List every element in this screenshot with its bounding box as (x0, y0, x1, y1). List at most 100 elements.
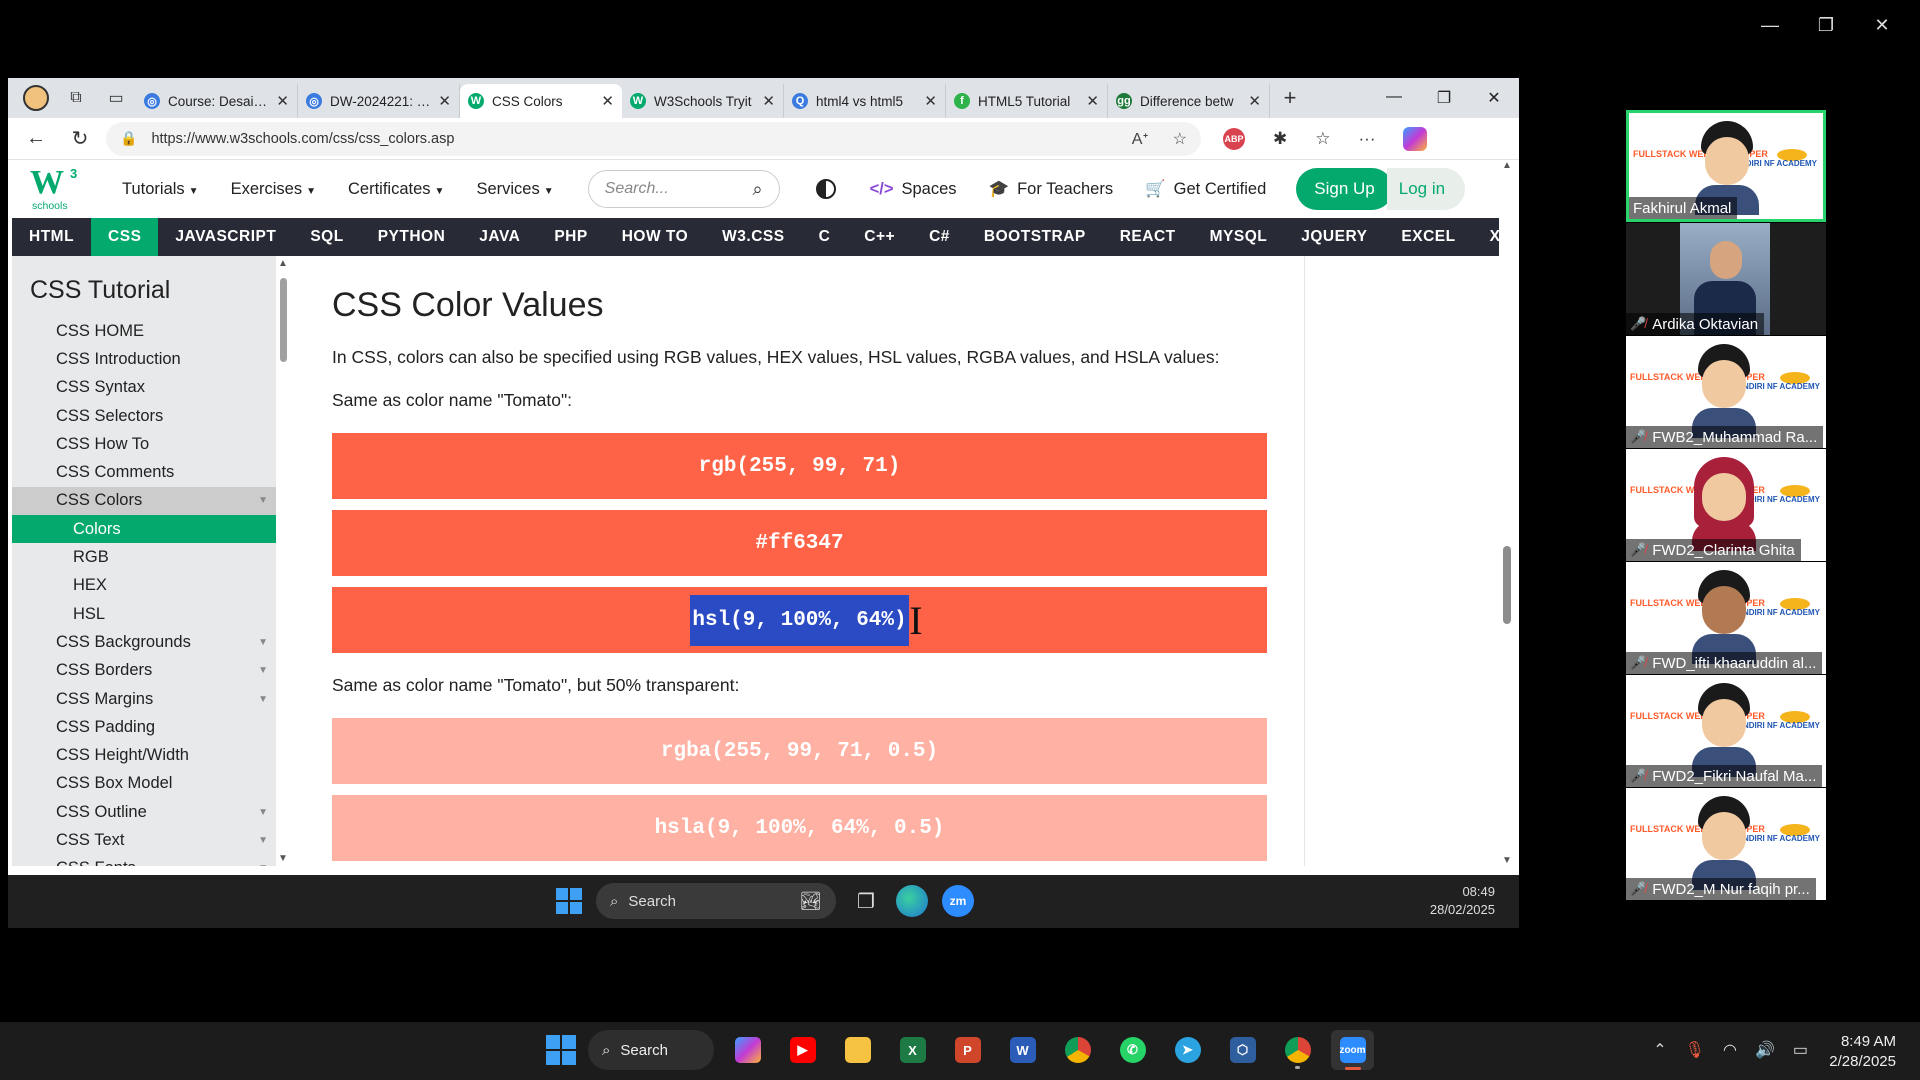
tab-close-icon[interactable]: ✕ (1248, 92, 1261, 110)
sidebar-item[interactable]: CSS HOME (12, 317, 276, 345)
tab-actions-icon[interactable]: ▭ (96, 82, 136, 114)
youtube-icon[interactable]: ▶ (781, 1030, 824, 1070)
browser-restore-button[interactable]: ❐ (1419, 88, 1469, 108)
browser-close-button[interactable]: ✕ (1469, 88, 1519, 108)
taskbar-clock[interactable]: 8:49 AM 2/28/2025 (1829, 1032, 1896, 1072)
lang-nav-item[interactable]: JAVASCRIPT (158, 218, 293, 256)
hsl-value-selected[interactable]: hsl(9, 100%, 64%) I (690, 594, 923, 646)
page-scroll-up-icon[interactable]: ▲ (1502, 160, 1512, 171)
wifi-icon[interactable]: ◠ (1723, 1040, 1737, 1060)
lang-nav-item[interactable]: MYSQL (1193, 218, 1285, 256)
menu-tutorials[interactable]: Tutorials ▼ (106, 180, 215, 199)
word-icon[interactable]: W (1001, 1030, 1044, 1070)
browser-tab[interactable]: W W3Schools Tryit ✕ (622, 84, 784, 118)
participant-tile[interactable]: FULLSTACK WEB DEVELOPERSIB MANDIRI NF AC… (1626, 562, 1826, 674)
lang-nav-item[interactable]: HTML (12, 218, 91, 256)
browser-tab[interactable]: ◎ Course: Desain W ✕ (136, 84, 298, 118)
sidebar-item[interactable]: CSS Padding (12, 713, 276, 741)
sidebar-item[interactable]: CSS Introduction (12, 345, 276, 373)
lang-nav-item[interactable]: CSS (91, 218, 159, 256)
shared-search-box[interactable]: ⌕ Search 🏞 (596, 883, 836, 919)
sidebar-item[interactable]: Colors (12, 515, 276, 544)
tab-close-icon[interactable]: ✕ (1086, 92, 1099, 110)
dropdown-arrow-icon[interactable]: ▼ (258, 694, 268, 705)
whatsapp-icon[interactable]: ✆ (1111, 1030, 1154, 1070)
lang-nav-item[interactable]: PYTHON (361, 218, 463, 256)
dropdown-arrow-icon[interactable]: ▼ (258, 495, 268, 506)
sidebar-item[interactable]: CSS Borders ▼ (12, 657, 276, 685)
zoom-app-icon[interactable]: zoom (1331, 1030, 1374, 1070)
tab-close-icon[interactable]: ✕ (276, 92, 289, 110)
sidebar-item[interactable]: CSS Backgrounds ▼ (12, 628, 276, 656)
zoom-icon[interactable]: zm (942, 885, 974, 917)
sidebar-item[interactable]: CSS Fonts ▼ (12, 855, 276, 866)
scroll-up-icon[interactable]: ▲ (278, 258, 288, 269)
lang-nav-item[interactable]: JQUERY (1284, 218, 1384, 256)
task-view-icon[interactable]: ❐ (850, 885, 882, 917)
read-aloud-icon[interactable]: Aᐩ (1132, 129, 1149, 149)
participant-tile[interactable]: FULLSTACK WEB DEVELOPERSIB MANDIRI NF AC… (1626, 449, 1826, 561)
dropdown-arrow-icon[interactable]: ▼ (258, 637, 268, 648)
get-certified-link[interactable]: 🛒 Get Certified (1129, 180, 1282, 199)
more-menu-icon[interactable]: ··· (1359, 129, 1376, 149)
page-scroll-thumb[interactable] (1503, 546, 1511, 624)
file-explorer-icon[interactable] (836, 1030, 879, 1070)
lang-nav-item[interactable]: PHP (537, 218, 604, 256)
copilot-app-icon[interactable] (726, 1030, 769, 1070)
browser-minimize-button[interactable]: — (1369, 88, 1419, 108)
tab-close-icon[interactable]: ✕ (601, 92, 614, 110)
back-button[interactable]: ← (18, 123, 54, 155)
for-teachers-link[interactable]: 🎓 For Teachers (973, 180, 1130, 199)
chrome-profile-icon[interactable] (1276, 1030, 1319, 1070)
tab-close-icon[interactable]: ✕ (762, 92, 775, 110)
participant-tile[interactable]: FULLSTACK WEB DEVELOPERSIB MANDIRI NF AC… (1626, 110, 1826, 222)
excel-icon[interactable]: X (891, 1030, 934, 1070)
lang-nav-item[interactable]: C (802, 218, 848, 256)
lang-nav-item[interactable]: BOOTSTRAP (967, 218, 1103, 256)
spaces-link[interactable]: </> Spaces (854, 180, 973, 199)
sidebar-scroll-thumb[interactable] (280, 278, 287, 362)
workspaces-icon[interactable]: ⧉ (56, 82, 96, 114)
menu-certificates[interactable]: Certificates ▼ (332, 180, 460, 199)
log-in-button[interactable]: Log in (1386, 168, 1466, 210)
minimize-button[interactable]: — (1742, 10, 1798, 40)
chevron-up-icon[interactable]: ⌃ (1653, 1040, 1666, 1060)
start-button-icon[interactable] (546, 1035, 576, 1065)
sidebar-item[interactable]: CSS Comments (12, 458, 276, 486)
taskbar-search[interactable]: ⌕ Search (588, 1030, 714, 1070)
dropdown-arrow-icon[interactable]: ▼ (258, 863, 268, 866)
telegram-icon[interactable]: ➤ (1166, 1030, 1209, 1070)
sign-up-button[interactable]: Sign Up (1296, 168, 1393, 210)
favorites-icon[interactable]: ☆ (1315, 129, 1330, 149)
sidebar-item[interactable]: CSS Height/Width (12, 741, 276, 769)
dropdown-arrow-icon[interactable]: ▼ (258, 835, 268, 846)
lang-nav-item[interactable]: JAVA (462, 218, 537, 256)
dropdown-arrow-icon[interactable]: ▼ (258, 807, 268, 818)
sidebar-item[interactable]: CSS Box Model (12, 770, 276, 798)
lang-nav-item[interactable]: HOW TO (605, 218, 705, 256)
lang-nav-item[interactable]: C++ (847, 218, 912, 256)
sidebar-item[interactable]: CSS Outline ▼ (12, 798, 276, 826)
participant-tile[interactable]: FULLSTACK WEB DEVELOPERSIB MANDIRI NF AC… (1626, 675, 1826, 787)
browser-tab[interactable]: ◎ DW-2024221: Tu ✕ (298, 84, 460, 118)
sidebar-item[interactable]: HSL (12, 600, 276, 628)
browser-tab[interactable]: gg Difference betw ✕ (1108, 84, 1270, 118)
scroll-down-icon[interactable]: ▼ (278, 853, 288, 864)
browser-tab[interactable]: Qhtml4 vs html5 ✕ (784, 84, 946, 118)
w3schools-logo[interactable]: W 3 schools (28, 164, 90, 212)
sidebar-item[interactable]: HEX (12, 572, 276, 600)
sidebar-item[interactable]: CSS Colors ▼ (12, 486, 276, 516)
edge-icon[interactable] (896, 885, 928, 917)
sidebar-item[interactable]: CSS How To (12, 430, 276, 458)
chrome-icon[interactable] (1056, 1030, 1099, 1070)
sidebar-item[interactable]: CSS Selectors (12, 402, 276, 430)
extensions-icon[interactable]: ✱ (1273, 129, 1287, 149)
powerpoint-icon[interactable]: P (946, 1030, 989, 1070)
lang-nav-item[interactable]: W3.CSS (705, 218, 801, 256)
address-bar[interactable]: 🔒 https://www.w3schools.com/css/css_colo… (106, 121, 1201, 156)
lang-nav-item[interactable]: SQL (293, 218, 360, 256)
browser-tab[interactable]: W CSS Colors ✕ (460, 84, 622, 118)
close-button[interactable]: ✕ (1854, 10, 1910, 40)
sidebar-scrollbar[interactable]: ▲ ▼ (276, 256, 290, 866)
copilot-icon[interactable] (1403, 126, 1428, 151)
